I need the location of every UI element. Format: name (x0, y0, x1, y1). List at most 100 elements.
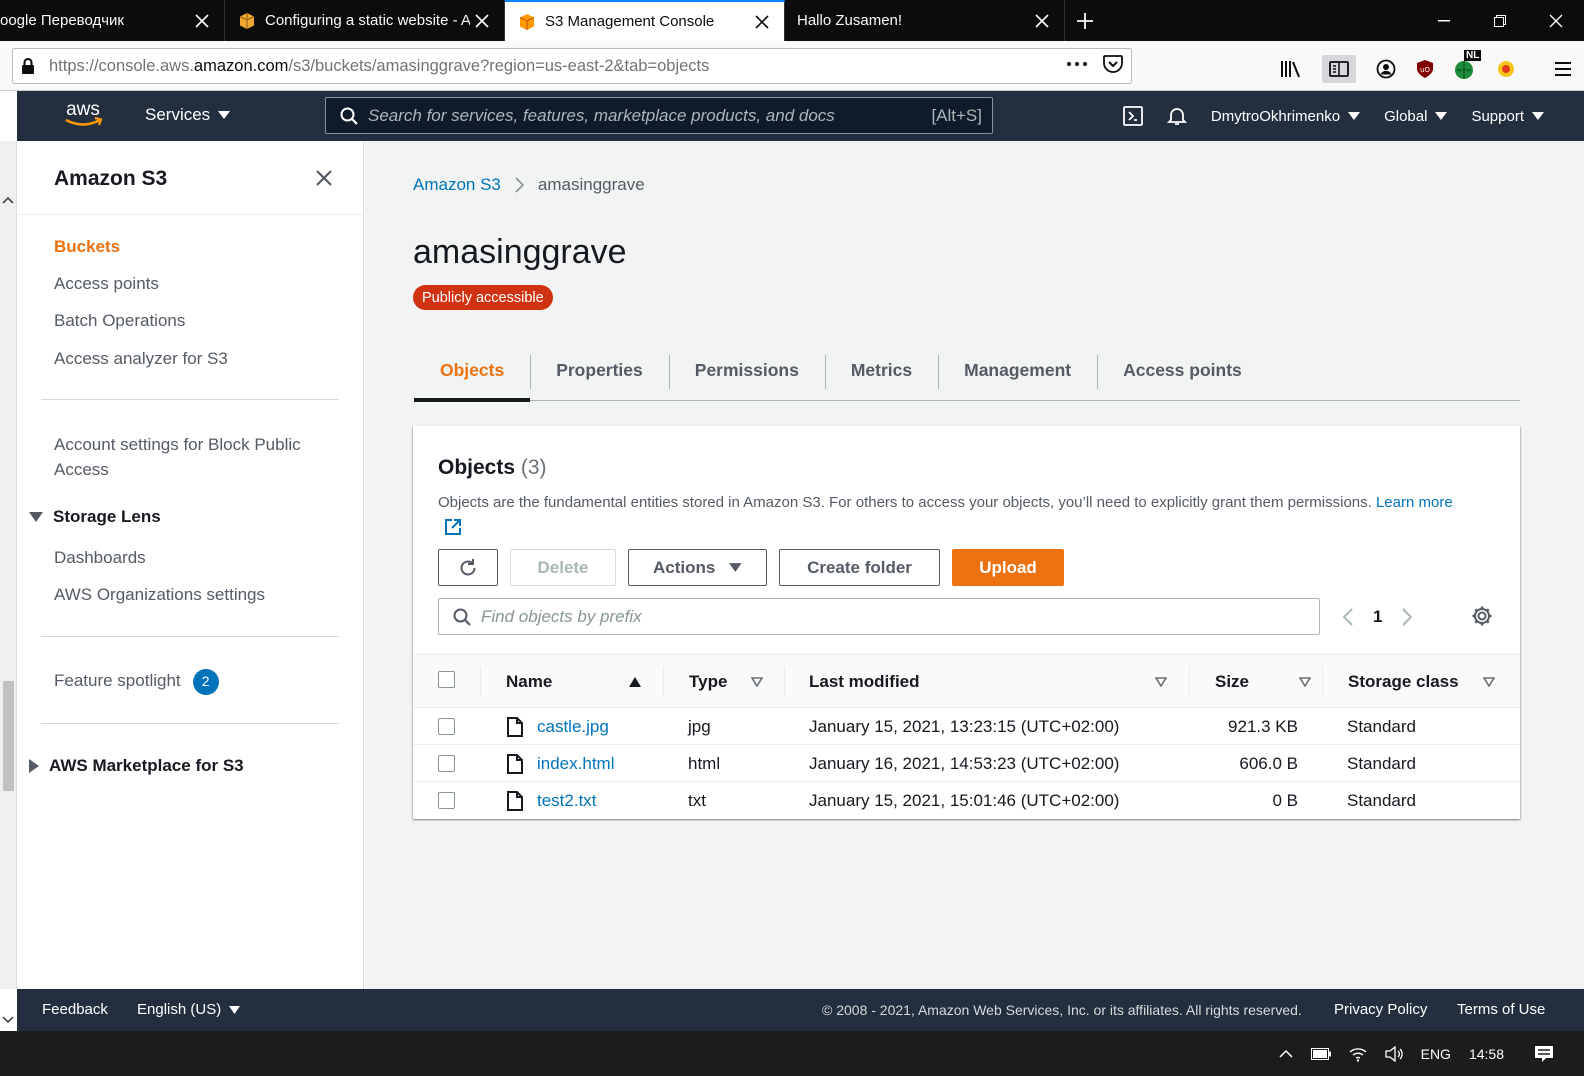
current-page[interactable]: 1 (1373, 607, 1382, 627)
services-label: Services (145, 105, 211, 124)
sidebar-item-access-points[interactable]: Access points (54, 271, 159, 296)
action-center-icon[interactable] (1534, 1045, 1554, 1063)
library-icon[interactable] (1280, 60, 1302, 78)
scroll-down-arrow-icon[interactable] (2, 1016, 14, 1024)
column-divider (784, 667, 785, 697)
browser-tab-configuring[interactable]: Configuring a static website - A (225, 0, 505, 41)
tab-objects[interactable]: Objects (414, 341, 531, 402)
services-menu[interactable]: Services (145, 105, 231, 125)
external-link-icon[interactable] (444, 518, 1488, 536)
account-icon[interactable] (1376, 59, 1396, 79)
prev-page-icon[interactable] (1343, 607, 1353, 626)
select-all-checkbox[interactable] (438, 671, 455, 688)
tab-metrics[interactable]: Metrics (824, 341, 938, 401)
divider (17, 214, 364, 215)
tab-properties[interactable]: Properties (530, 341, 669, 401)
translate-extension-icon[interactable]: NL (1454, 50, 1482, 80)
show-hidden-icons-icon[interactable] (1279, 1049, 1293, 1058)
create-folder-button[interactable]: Create folder (779, 549, 940, 586)
tab-access-points[interactable]: Access points (1097, 341, 1268, 401)
unified-search[interactable]: Search for services, features, marketpla… (325, 97, 993, 134)
new-tab-button[interactable] (1065, 0, 1105, 41)
reader-view-icon[interactable] (1322, 55, 1356, 83)
sidebar-item-buckets[interactable]: Buckets (54, 234, 120, 259)
clock[interactable]: 14:58 (1469, 1046, 1504, 1062)
section-label: Storage Lens (53, 507, 161, 526)
upload-button[interactable]: Upload (952, 549, 1064, 586)
input-language[interactable]: ENG (1421, 1046, 1451, 1062)
column-header-name[interactable]: Name (506, 655, 641, 709)
object-name-link[interactable]: test2.txt (537, 791, 597, 811)
divider (41, 636, 339, 637)
tab-management[interactable]: Management (938, 341, 1097, 401)
sidebar-item-dashboards[interactable]: Dashboards (54, 545, 146, 570)
menu-icon[interactable] (1554, 61, 1572, 77)
browser-tab-translate[interactable]: oogle Переводчик (0, 0, 225, 41)
sidebar-section-marketplace[interactable]: AWS Marketplace for S3 (29, 756, 244, 776)
sidebar-item-access-analyzer[interactable]: Access analyzer for S3 (54, 346, 228, 371)
page-title: amasinggrave (413, 233, 627, 271)
table-settings-gear-icon[interactable] (1471, 605, 1493, 627)
table-header: Name Type Last modified Size Storage cla… (413, 654, 1520, 708)
learn-more-link[interactable]: Learn more (1376, 494, 1453, 511)
aws-logo[interactable]: aws (61, 98, 105, 130)
tab-permissions[interactable]: Permissions (668, 341, 825, 401)
column-header-type[interactable]: Type (689, 655, 763, 709)
lock-icon[interactable] (13, 58, 43, 74)
sidebar-item-account-settings[interactable]: Account settings for Block Public Access (54, 432, 334, 482)
region-menu[interactable]: Global (1384, 108, 1448, 125)
row-checkbox[interactable] (438, 755, 455, 772)
delete-button[interactable]: Delete (510, 549, 616, 586)
url-bar[interactable]: https://console.aws.amazon.com/s3/bucket… (12, 48, 1132, 84)
column-divider (480, 667, 481, 697)
object-name-link[interactable]: castle.jpg (537, 717, 609, 737)
url-domain: amazon.com (193, 56, 289, 75)
battery-icon[interactable] (1310, 1047, 1331, 1060)
row-checkbox[interactable] (438, 792, 455, 809)
scrollbar-thumb[interactable] (3, 681, 14, 791)
notifications-bell-icon[interactable] (1166, 106, 1187, 126)
close-tab-icon[interactable] (470, 9, 494, 33)
page-actions-icon[interactable] (1067, 62, 1087, 66)
browser-tab-hallo[interactable]: Hallo Zusamen! (785, 0, 1065, 41)
extension-icon[interactable] (1496, 59, 1516, 79)
row-checkbox[interactable] (438, 718, 455, 735)
account-menu[interactable]: DmytroOkhrimenko (1211, 108, 1361, 125)
close-window-icon[interactable] (1528, 0, 1584, 41)
column-header-storage-class[interactable]: Storage class (1348, 655, 1495, 709)
close-tab-icon[interactable] (190, 9, 214, 33)
close-tab-icon[interactable] (1030, 9, 1054, 33)
language-label: English (US) (137, 1001, 222, 1018)
breadcrumb-link-s3[interactable]: Amazon S3 (413, 175, 501, 195)
wifi-icon[interactable] (1349, 1046, 1367, 1062)
actions-dropdown[interactable]: Actions (628, 549, 767, 586)
caret-down-icon (29, 512, 43, 522)
support-menu[interactable]: Support (1471, 108, 1544, 125)
ublock-icon[interactable]: uO (1416, 59, 1434, 79)
pocket-icon[interactable] (1103, 55, 1123, 73)
sidebar-item-batch-operations[interactable]: Batch Operations (54, 308, 185, 333)
close-sidebar-icon[interactable] (315, 169, 333, 187)
terms-of-use-link[interactable]: Terms of Use (1457, 1001, 1545, 1018)
feedback-link[interactable]: Feedback (42, 1001, 108, 1018)
close-tab-icon[interactable] (750, 10, 774, 34)
sidebar-item-org-settings[interactable]: AWS Organizations settings (54, 582, 265, 607)
column-header-size[interactable]: Size (1215, 655, 1311, 709)
volume-icon[interactable] (1384, 1045, 1403, 1062)
restore-icon[interactable] (1472, 0, 1528, 41)
object-filter-input[interactable]: Find objects by prefix (438, 598, 1320, 635)
browser-tab-s3-console[interactable]: S3 Management Console (505, 0, 785, 41)
sidebar-item-feature-spotlight[interactable]: Feature spotlight 2 (54, 668, 219, 695)
privacy-policy-link[interactable]: Privacy Policy (1334, 1001, 1427, 1018)
cloudshell-icon[interactable] (1122, 106, 1143, 126)
next-page-icon[interactable] (1402, 607, 1413, 626)
language-selector[interactable]: English (US) (137, 1001, 241, 1018)
scroll-up-arrow-icon[interactable] (2, 196, 14, 204)
object-name-link[interactable]: index.html (537, 754, 614, 774)
sidebar-section-storage-lens[interactable]: Storage Lens (29, 507, 161, 527)
minimize-icon[interactable] (1416, 0, 1472, 41)
column-divider (663, 667, 664, 697)
refresh-button[interactable] (438, 549, 498, 586)
column-header-last-modified[interactable]: Last modified (809, 655, 1167, 709)
url-text[interactable]: https://console.aws.amazon.com/s3/bucket… (43, 57, 709, 76)
